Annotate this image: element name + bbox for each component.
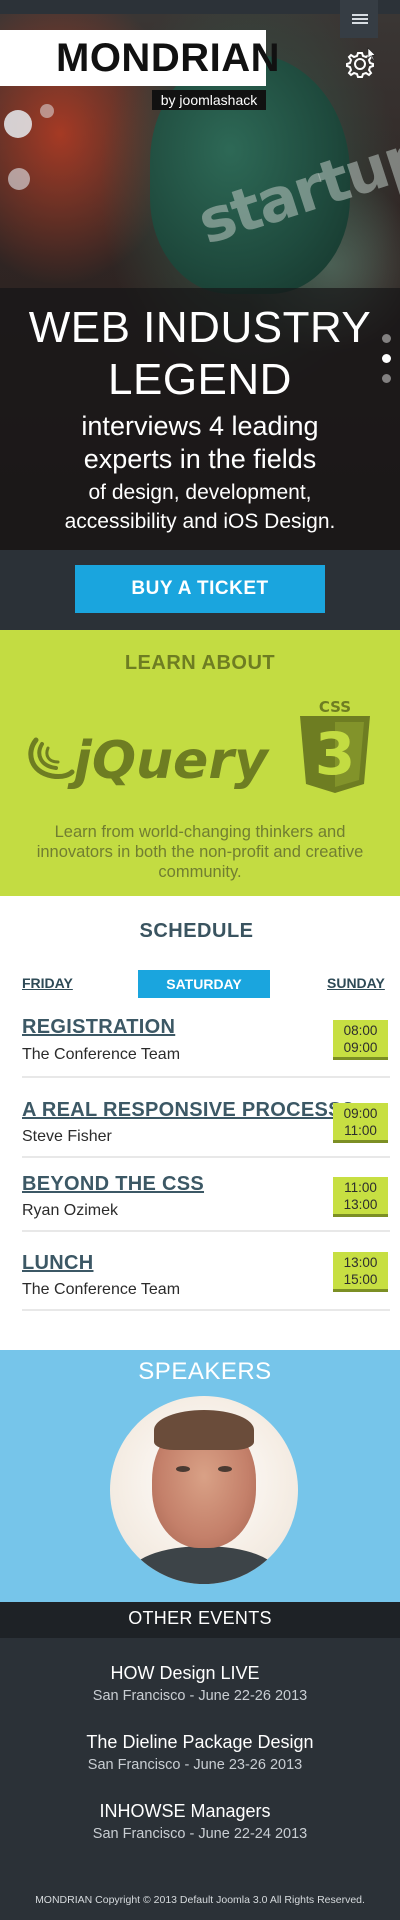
divider [22, 1076, 390, 1078]
session-title[interactable]: BEYOND THE CSS [22, 1173, 204, 1196]
slider-dot[interactable] [382, 334, 391, 343]
bokeh-light [4, 110, 32, 138]
session-time: 08:00 09:00 [333, 1020, 388, 1060]
jquery-logo: jQuery [28, 731, 270, 791]
hero-headline: WEB INDUSTRY LEGEND [28, 303, 372, 404]
session-speaker: The Conference Team [22, 1281, 181, 1298]
event-date: San Francisco - June 22-26 2013 [92, 1688, 308, 1704]
divider [22, 1230, 390, 1232]
learn-title: LEARN ABOUT [124, 652, 276, 674]
footer-copyright: MONDRIAN Copyright © 2013 Default Joomla… [35, 1894, 365, 1906]
session-end: 11:00 [344, 1123, 377, 1138]
event-date: San Francisco - June 23-26 2013 [87, 1757, 303, 1773]
tab-sunday[interactable]: SUNDAY [327, 975, 385, 991]
tab-friday[interactable]: FRIDAY [22, 975, 73, 991]
speakers-title: SPEAKERS [138, 1358, 272, 1385]
session-start: 11:00 [344, 1180, 377, 1195]
session-end: 13:00 [343, 1197, 378, 1212]
event-name[interactable]: INHOWSE Managers [0, 1801, 385, 1822]
session-title[interactable]: LUNCH [22, 1252, 94, 1275]
other-events-title: OTHER EVENTS [128, 1608, 272, 1628]
bottom-strip [0, 1912, 400, 1920]
hamburger-menu-icon [352, 18, 368, 20]
slider-dot-active[interactable] [382, 354, 391, 363]
session-start: 08:00 [343, 1023, 378, 1038]
hamburger-menu-icon [352, 22, 368, 24]
divider [22, 1156, 390, 1158]
css3-number: 3 [315, 720, 355, 788]
brand-subtitle: by joomlashack [152, 90, 266, 110]
menu-button[interactable] [340, 0, 378, 38]
css3-logo: CSS 3 [300, 698, 370, 793]
speaker-eye [218, 1466, 232, 1472]
divider [22, 1309, 390, 1311]
session-time: 09:00 11:00 [333, 1103, 388, 1143]
gear-icon[interactable] [344, 44, 378, 78]
event-name[interactable]: The Dieline Package Design [0, 1732, 400, 1753]
css3-badge-text: CSS [319, 698, 351, 716]
schedule-title: SCHEDULE [139, 920, 254, 942]
session-end: 09:00 [343, 1040, 378, 1055]
session-time: 13:00 15:00 [333, 1252, 388, 1292]
slider-dot[interactable] [382, 374, 391, 383]
session-speaker: Ryan Ozimek [22, 1202, 119, 1219]
session-title[interactable]: A REAL RESPONSIVE PROCESS? [22, 1099, 354, 1122]
buy-ticket-button[interactable]: BUY A TICKET [75, 565, 325, 613]
hero-detail: of design, development, accessibility an… [64, 481, 336, 533]
hero-subheadline: interviews 4 leading experts in the fiel… [81, 411, 319, 474]
speaker-avatar[interactable] [110, 1396, 298, 1584]
hamburger-menu-icon [352, 14, 368, 16]
speaker-eye [176, 1466, 190, 1472]
session-speaker: Steve Fisher [22, 1128, 112, 1145]
session-time: 11:00 13:00 [333, 1177, 388, 1217]
bokeh-light [8, 168, 30, 190]
session-start: 09:00 [343, 1106, 378, 1121]
speaker-shirt [128, 1546, 280, 1584]
session-speaker: The Conference Team [22, 1046, 181, 1063]
tab-saturday[interactable]: SATURDAY [138, 970, 270, 998]
session-title[interactable]: REGISTRATION [22, 1016, 175, 1039]
speaker-hair [154, 1410, 254, 1450]
bokeh-light [40, 104, 54, 118]
session-start: 13:00 [343, 1255, 378, 1270]
session-end: 15:00 [343, 1272, 378, 1287]
jquery-logo-text: jQuery [67, 731, 270, 791]
event-name[interactable]: HOW Design LIVE [0, 1663, 385, 1684]
learn-description: Learn from world-changing thinkers and i… [36, 823, 364, 881]
event-date: San Francisco - June 22-24 2013 [92, 1826, 308, 1842]
brand-title[interactable]: MONDRIAN [56, 34, 280, 82]
